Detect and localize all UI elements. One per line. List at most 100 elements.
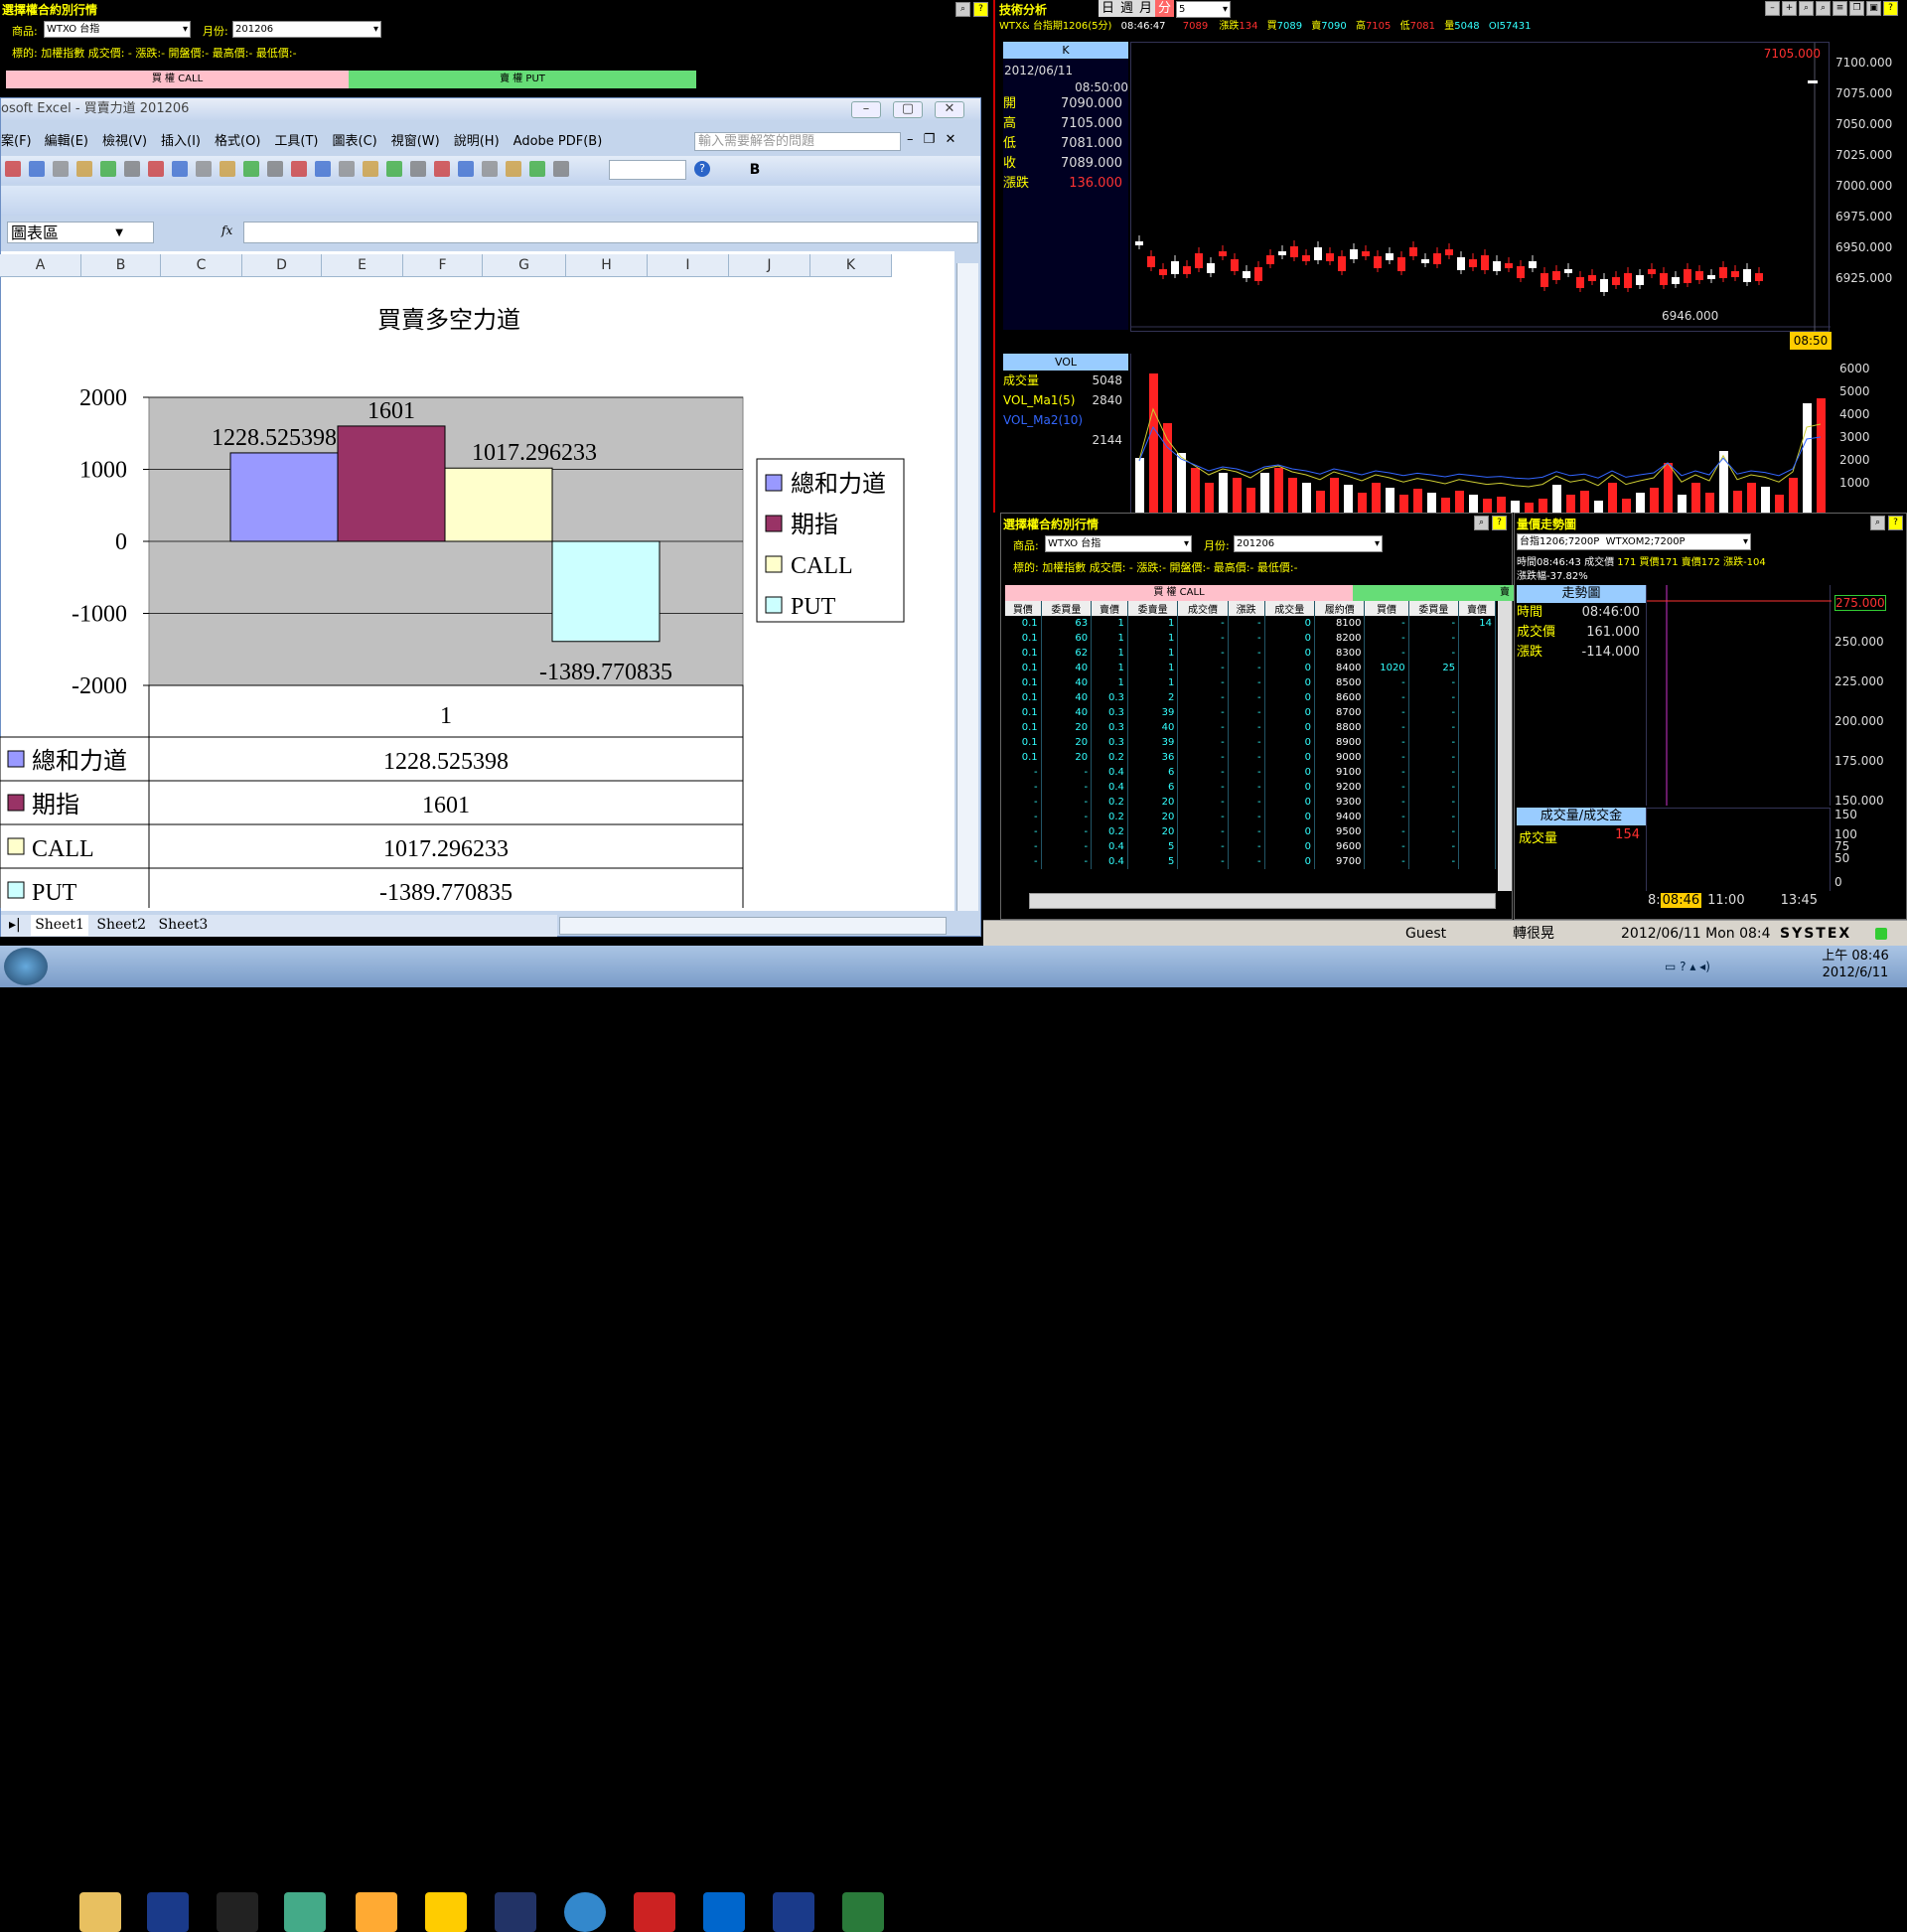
- minimize-icon[interactable]: –: [1765, 1, 1780, 16]
- bar-1[interactable]: [229, 452, 339, 542]
- menu-item[interactable]: 檢視(V): [102, 134, 147, 149]
- toolbar-icon[interactable]: [458, 161, 474, 177]
- column-header[interactable]: E: [322, 254, 403, 277]
- column-header[interactable]: H: [566, 254, 648, 277]
- option-row[interactable]: - -0.2 20- -0 9500- -: [1005, 824, 1496, 839]
- excel-maximize-button[interactable]: ▢: [893, 101, 923, 118]
- toolbar-icon[interactable]: [148, 161, 164, 177]
- toolbar-icon[interactable]: [506, 161, 521, 177]
- menu-item[interactable]: 視窗(W): [391, 134, 440, 149]
- tab-month[interactable]: 月: [1136, 0, 1155, 17]
- help-icon[interactable]: ?: [1883, 1, 1898, 16]
- option-row[interactable]: 0.1 40 0.3 39- -0 8700- -: [1005, 705, 1496, 720]
- help-search-input[interactable]: 輸入需要解答的問題: [694, 132, 901, 151]
- option-row[interactable]: 0.1 63 1 1- -0 8100- -14: [1005, 616, 1496, 631]
- option-row[interactable]: 0.1 62 1 1- -0 8300- -: [1005, 646, 1496, 661]
- option-row[interactable]: - -0.4 6- -0 9200- -: [1005, 780, 1496, 795]
- excel-bar-chart[interactable]: 買賣多空力道 2000 1000 0 -1000 -2000 1228.525398 1601…: [0, 278, 914, 908]
- font-size-select[interactable]: [609, 160, 686, 180]
- concord2-app-icon[interactable]: [773, 1892, 814, 1932]
- menu-item[interactable]: 編輯(E): [45, 134, 88, 149]
- top-panel-zoom-icon[interactable]: ⌕: [955, 2, 970, 17]
- option-row[interactable]: - -0.4 5- -0 9700- -: [1005, 854, 1496, 869]
- tab-day[interactable]: 日: [1099, 0, 1117, 17]
- users-app-icon[interactable]: [284, 1892, 326, 1932]
- menu-item[interactable]: 工具(T): [274, 134, 318, 149]
- bar-2[interactable]: [337, 425, 446, 542]
- bottom-product-select[interactable]: WTXO 台指: [1045, 535, 1192, 552]
- column-header[interactable]: D: [242, 254, 322, 277]
- concord-app-icon[interactable]: [147, 1892, 189, 1932]
- toolbar-icon[interactable]: [482, 161, 498, 177]
- sheet-tab-3[interactable]: Sheet3: [155, 915, 213, 936]
- option-hscroll[interactable]: [1029, 893, 1496, 909]
- tab-minute[interactable]: 分: [1155, 0, 1175, 17]
- sheet-vscroll[interactable]: [956, 263, 978, 911]
- toolbar-icon[interactable]: [100, 161, 116, 177]
- namebox[interactable]: 圖表區 ▼: [7, 222, 154, 243]
- formula-bar[interactable]: [243, 222, 978, 243]
- column-header[interactable]: K: [810, 254, 892, 277]
- folder-icon[interactable]: [79, 1892, 121, 1932]
- doc-restore-icon[interactable]: ❐: [924, 132, 936, 147]
- column-header[interactable]: J: [729, 254, 810, 277]
- r-app-icon[interactable]: [425, 1892, 467, 1932]
- bottom-zoom-icon[interactable]: ⌕: [1474, 516, 1489, 530]
- option-row[interactable]: - -0.4 6- -0 9100- -: [1005, 765, 1496, 780]
- option-row[interactable]: - -0.2 20- -0 9300- -: [1005, 795, 1496, 810]
- column-header[interactable]: I: [648, 254, 729, 277]
- option-row[interactable]: 0.1 40 1 1- -0 8500- -: [1005, 675, 1496, 690]
- bottom-month-select[interactable]: 201206: [1234, 535, 1383, 552]
- zoom-in-icon[interactable]: ⌕: [1799, 1, 1814, 16]
- toolbar-icon[interactable]: [363, 161, 378, 177]
- mitake-app-icon[interactable]: [634, 1892, 675, 1932]
- column-header[interactable]: F: [403, 254, 483, 277]
- toolbar-icon[interactable]: [529, 161, 545, 177]
- toolbar-icon[interactable]: [172, 161, 188, 177]
- menu-item[interactable]: 插入(I): [161, 134, 201, 149]
- menu-item[interactable]: 圖表(C): [333, 134, 377, 149]
- monitor-app-icon[interactable]: [495, 1892, 536, 1932]
- column-header[interactable]: C: [161, 254, 242, 277]
- clock[interactable]: 上午 08:46 2012/6/11: [1808, 948, 1903, 981]
- toolbar-icon[interactable]: [76, 161, 92, 177]
- save-icon[interactable]: ▣: [1866, 1, 1881, 16]
- column-header[interactable]: A: [0, 254, 81, 277]
- column-header[interactable]: B: [81, 254, 161, 277]
- option-row[interactable]: 0.1 20 0.3 39- -0 8900- -: [1005, 735, 1496, 750]
- zoom-out-icon[interactable]: ⌕: [1816, 1, 1831, 16]
- teamviewer-icon[interactable]: [703, 1892, 745, 1932]
- trend-zoom-icon[interactable]: ⌕: [1870, 516, 1885, 530]
- systex-app-icon[interactable]: [217, 1892, 258, 1932]
- add-icon[interactable]: +: [1782, 1, 1797, 16]
- top-panel-help-icon[interactable]: ?: [973, 2, 988, 17]
- doc-minimize-icon[interactable]: –: [907, 132, 914, 147]
- toolbar-icon[interactable]: [5, 161, 21, 177]
- toolbar-icon[interactable]: [434, 161, 450, 177]
- toolbar-icon[interactable]: [315, 161, 331, 177]
- doc-close-icon[interactable]: ✕: [945, 132, 955, 147]
- column-header[interactable]: G: [483, 254, 566, 277]
- sheet-nav-icon[interactable]: ▸|: [9, 917, 21, 933]
- menu-item[interactable]: 格式(O): [215, 134, 260, 149]
- trend-help-icon[interactable]: ?: [1888, 516, 1903, 530]
- menu-item[interactable]: Adobe PDF(B): [513, 134, 603, 149]
- top-month-select[interactable]: 201206: [232, 21, 381, 38]
- toolbar-icon[interactable]: [410, 161, 426, 177]
- bold-button[interactable]: B: [744, 159, 766, 181]
- restore-icon[interactable]: ❐: [1849, 1, 1864, 16]
- toolbar-icon[interactable]: [196, 161, 212, 177]
- list-icon[interactable]: ≡: [1833, 1, 1847, 16]
- excel-minimize-button[interactable]: –: [851, 101, 881, 118]
- tech-period-select[interactable]: 5: [1176, 1, 1231, 18]
- qq-app-icon[interactable]: [356, 1892, 397, 1932]
- fx-icon[interactable]: fx: [221, 223, 232, 237]
- toolbar-icon[interactable]: [553, 161, 569, 177]
- option-row[interactable]: - -0.4 5- -0 9600- -: [1005, 839, 1496, 854]
- option-row[interactable]: - -0.2 20- -0 9400- -: [1005, 810, 1496, 824]
- excel-taskbar-icon[interactable]: [842, 1892, 884, 1932]
- top-product-select[interactable]: WTXO 台指: [44, 21, 191, 38]
- excel-close-button[interactable]: ✕: [935, 101, 964, 118]
- toolbar-icon[interactable]: [220, 161, 235, 177]
- sheet-tab-2[interactable]: Sheet2: [92, 915, 150, 936]
